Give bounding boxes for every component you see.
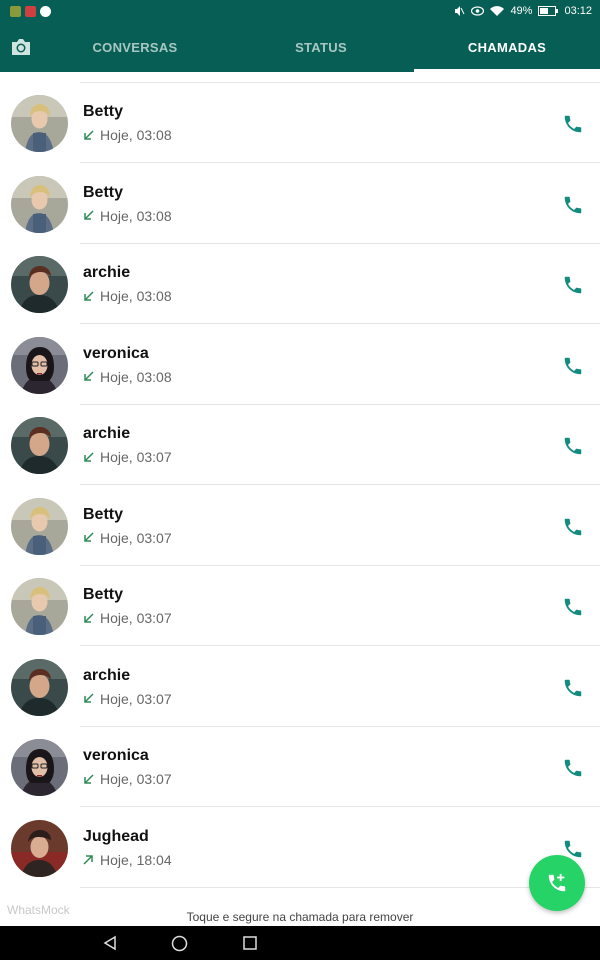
avatar[interactable] (11, 175, 68, 233)
avatar[interactable] (11, 819, 68, 877)
avatar[interactable] (11, 497, 68, 555)
phone-icon[interactable] (562, 516, 584, 538)
incoming-arrow-icon (84, 612, 94, 623)
contact-name: veronica (83, 344, 149, 362)
call-row[interactable]: archie Hoje, 03:08 (0, 244, 600, 324)
incoming-arrow-icon (84, 451, 94, 462)
call-row[interactable]: Jughead Hoje, 18:04 (0, 808, 600, 888)
phone-icon[interactable] (562, 194, 584, 216)
call-time: Hoje, 03:08 (100, 288, 172, 304)
app-notification-icon (40, 6, 51, 17)
call-time: Hoje, 03:07 (100, 771, 172, 787)
tab-chamadas[interactable]: CHAMADAS (414, 24, 600, 72)
home-icon[interactable] (171, 935, 188, 952)
contact-name: veronica (83, 747, 149, 764)
incoming-arrow-icon (84, 532, 94, 542)
remove-hint: Toque e segure na chamada para remover (186, 910, 414, 924)
call-info: Hoje, 03:07 (83, 449, 172, 465)
incoming-arrow-icon (84, 129, 94, 140)
wifi-icon (490, 5, 505, 16)
phone-icon[interactable] (562, 677, 584, 699)
call-time: Hoje, 18:04 (100, 851, 172, 868)
call-info: Hoje, 03:08 (83, 369, 172, 385)
row-divider (80, 886, 600, 888)
phone-icon[interactable] (562, 274, 584, 296)
incoming-arrow-icon (84, 773, 94, 784)
contact-name: archie (83, 264, 131, 281)
outgoing-arrow-icon (83, 855, 93, 865)
call-row[interactable]: Betty Hoje, 03:07 (0, 566, 600, 646)
call-info: Hoje, 03:07 (83, 610, 172, 626)
call-info: Hoje, 18:04 (83, 852, 172, 868)
incoming-arrow-icon (84, 693, 94, 703)
contact-name: Betty (83, 505, 124, 523)
contact-name: Betty (83, 183, 124, 201)
call-info: Hoje, 03:08 (83, 208, 172, 224)
new-call-button[interactable] (529, 855, 585, 911)
call-info: Hoje, 03:07 (83, 530, 172, 546)
tab-conversas[interactable]: CONVERSAS (42, 24, 228, 72)
call-row[interactable]: Betty Hoje, 03:08 (0, 164, 600, 244)
contact-name: Jughead (83, 827, 149, 845)
call-time: Hoje, 03:07 (100, 690, 172, 707)
incoming-arrow-icon (84, 371, 94, 381)
call-row[interactable]: veronica Hoje, 03:07 (0, 727, 600, 807)
battery-icon (538, 6, 559, 16)
call-row[interactable]: archie Hoje, 03:07 (0, 405, 600, 485)
call-row[interactable]: Betty Hoje, 03:07 (0, 486, 600, 566)
call-row[interactable]: veronica Hoje, 03:08 (0, 325, 600, 405)
system-status: 49% 03:12 (453, 5, 592, 17)
notification-icons (10, 6, 51, 17)
call-time: Hoje, 03:07 (100, 449, 172, 465)
call-info: Hoje, 03:08 (83, 127, 172, 143)
call-info: Hoje, 03:07 (83, 691, 172, 707)
call-info: Hoje, 03:07 (83, 771, 172, 787)
contact-name: archie (83, 666, 131, 684)
recents-icon[interactable] (243, 936, 257, 950)
app-notification-icon (25, 6, 36, 17)
avatar[interactable] (11, 739, 68, 796)
clock: 03:12 (564, 5, 592, 17)
call-time: Hoje, 03:08 (100, 207, 172, 224)
contact-name: archie (83, 425, 131, 442)
status-bar: 49% 03:12 (0, 0, 600, 24)
phone-icon[interactable] (562, 435, 584, 457)
call-info: Hoje, 03:08 (83, 288, 172, 304)
tab-status[interactable]: STATUS (228, 24, 414, 72)
call-time: Hoje, 03:08 (100, 368, 172, 385)
add-call-icon (548, 873, 566, 892)
app-bar: CONVERSAS STATUS CHAMADAS (0, 24, 600, 72)
navigation-bar (0, 926, 600, 960)
active-tab-indicator (414, 69, 600, 72)
back-icon[interactable] (102, 935, 118, 951)
phone-icon[interactable] (562, 596, 584, 618)
phone-icon[interactable] (562, 355, 584, 377)
phone-icon[interactable] (562, 113, 584, 135)
incoming-arrow-icon (84, 290, 94, 301)
battery-percent: 49% (510, 5, 533, 17)
contact-name: Betty (83, 103, 124, 120)
camera-icon[interactable] (10, 38, 32, 56)
avatar[interactable] (11, 417, 68, 474)
phone-icon[interactable] (562, 757, 584, 779)
contact-name: Betty (83, 586, 124, 603)
avatar[interactable] (11, 658, 68, 716)
avatar[interactable] (11, 95, 68, 152)
avatar[interactable] (11, 256, 68, 313)
app-notification-icon (10, 6, 21, 17)
call-time: Hoje, 03:07 (100, 529, 172, 546)
eye-icon (471, 6, 485, 16)
mute-icon (455, 6, 465, 16)
call-time: Hoje, 03:07 (100, 610, 172, 626)
call-row[interactable]: Betty Hoje, 03:08 (0, 83, 600, 163)
avatar[interactable] (11, 336, 68, 394)
call-time: Hoje, 03:08 (100, 127, 172, 143)
incoming-arrow-icon (84, 210, 94, 220)
call-row[interactable]: archie Hoje, 03:07 (0, 647, 600, 727)
avatar[interactable] (11, 578, 68, 635)
